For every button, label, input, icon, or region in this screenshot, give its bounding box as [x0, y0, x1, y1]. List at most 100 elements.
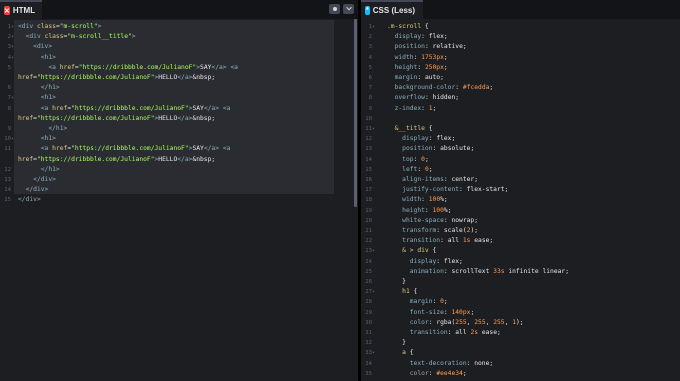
line-number: 2	[368, 34, 372, 41]
css-tab-label: CSS (Less)	[372, 6, 415, 15]
code-line[interactable]: 27 ▾ h1 {	[361, 287, 680, 297]
code-line[interactable]: 13 </div>	[0, 175, 358, 185]
html-code-editor[interactable]: 1 ▾ <div class="m-scroll"> 2 ▾ <div class="m…	[0, 19, 358, 381]
code-line[interactable]: 10	[361, 114, 680, 124]
code-line[interactable]: 16 align-items: center;	[361, 175, 680, 185]
code-line[interactable]: 9 </h1>	[0, 124, 358, 134]
code-text: top: 0;	[402, 155, 429, 163]
code-line[interactable]: 35 color: #ee4e34;	[361, 369, 680, 379]
code-text: </h1>	[48, 125, 68, 132]
code-line[interactable]: 23 ▾ & > div {	[361, 246, 680, 256]
code-line[interactable]: 15 </div>	[0, 195, 358, 205]
code-line[interactable]: 19 height: 100%;	[361, 206, 680, 216]
code-line[interactable]: 5 height: 250px;	[361, 63, 680, 73]
code-line[interactable]: 4 width: 1753px;	[361, 53, 680, 63]
code-line[interactable]: 18 width: 100%;	[361, 195, 680, 205]
fold-arrow-icon[interactable]: ▾	[11, 22, 14, 32]
code-line[interactable]: 12 </h1>	[0, 165, 358, 175]
code-text: animation: scrollText 33s infinite linea…	[409, 267, 569, 275]
line-number: 31	[365, 330, 372, 336]
code-line[interactable]: 34 text-decoration: none;	[361, 359, 680, 369]
code-line[interactable]: href="https://dribbble.com/JulianoF">HEL…	[0, 114, 358, 124]
code-line[interactable]: 31 transition: all 2s ease;	[361, 328, 680, 338]
chevron-down-icon	[345, 4, 352, 11]
html-pane-actions	[329, 4, 354, 14]
fold-arrow-icon[interactable]: ▾	[372, 246, 375, 256]
fold-arrow-icon[interactable]: ▾	[11, 134, 14, 144]
fold-arrow-icon[interactable]: ▾	[372, 124, 375, 134]
code-line[interactable]: 20 white-space: nowrap;	[361, 216, 680, 226]
html-tab-label: HTML	[12, 6, 36, 15]
line-number: 26	[365, 279, 372, 285]
gear-icon	[332, 7, 337, 11]
collapse-button[interactable]	[343, 4, 354, 14]
scrollbar-thumb[interactable]	[354, 19, 357, 207]
code-line[interactable]: href="https://dribbble.com/JulianoF">HEL…	[0, 155, 358, 165]
css-tab-bar: * CSS (Less)	[361, 0, 680, 19]
fold-arrow-icon[interactable]: ▾	[11, 53, 14, 63]
line-number: 14	[4, 187, 11, 194]
settings-button[interactable]	[329, 4, 340, 14]
code-line[interactable]: 24 display: flex;	[361, 257, 680, 267]
code-line[interactable]: 1 ▾ <div class="m-scroll">	[0, 22, 358, 32]
code-text: <a href="https://dribbble.com/JulianoF">…	[40, 104, 231, 112]
code-line[interactable]: 15 left: 0;	[361, 165, 680, 175]
code-line[interactable]: 6 margin: auto;	[361, 73, 680, 83]
code-line[interactable]: 26 }	[361, 277, 680, 287]
css-code-editor[interactable]: 1 ▾ .m-scroll {2 display: flex; 3 position:…	[361, 19, 680, 381]
line-number: 17	[365, 187, 372, 194]
line-number: 15	[365, 166, 372, 173]
line-number: 7	[7, 95, 11, 102]
code-line[interactable]: 14 </div>	[0, 185, 358, 195]
html-editor-pane[interactable]: ✕ HTML 1 ▾ <div class="m-scroll"> 2 ▾ <div c…	[0, 0, 358, 381]
code-line[interactable]: 8 <a href="https://dribbble.com/JulianoF…	[0, 104, 358, 114]
line-number: 13	[4, 177, 11, 183]
code-text: <div>	[33, 43, 53, 51]
code-line[interactable]: 3 ▾ <div>	[0, 42, 358, 52]
code-line[interactable]: 33 ▾ a {	[361, 348, 680, 358]
code-line[interactable]: 6 </h1>	[0, 83, 358, 93]
code-line[interactable]: 28 margin: 0;	[361, 297, 680, 307]
code-text: height: 100%;	[402, 206, 452, 214]
code-line[interactable]: 14 top: 0;	[361, 155, 680, 165]
line-number: 11	[365, 126, 372, 132]
code-line[interactable]: 2 ▾ <div class="m-scroll__title">	[0, 32, 358, 42]
code-line[interactable]: 9 z-index: 1;	[361, 104, 680, 114]
code-line[interactable]: 13 position: absolute;	[361, 144, 680, 154]
code-line[interactable]: 2 display: flex;	[361, 32, 680, 42]
fold-arrow-icon[interactable]: ▾	[11, 93, 14, 103]
fold-arrow-icon[interactable]: ▾	[372, 348, 375, 358]
code-line[interactable]: 8 overflow: hidden;	[361, 93, 680, 103]
code-line[interactable]: 17 justify-content: flex-start;	[361, 185, 680, 195]
code-line[interactable]: 21 transform: scale(2);	[361, 226, 680, 236]
line-number: 35	[365, 370, 372, 377]
code-line[interactable]: 7 background-color: #fcedda;	[361, 83, 680, 93]
fold-arrow-icon[interactable]: ▾	[372, 287, 375, 297]
line-number: 25	[365, 268, 372, 275]
code-line[interactable]: 30 color: rgba(255, 255, 255, 1);	[361, 318, 680, 328]
html-tab[interactable]: ✕ HTML	[0, 0, 42, 19]
code-line[interactable]: 11 <a href="https://dribbble.com/Juliano…	[0, 144, 358, 154]
code-line[interactable]: 7 ▾ <h1>	[0, 93, 358, 103]
code-line[interactable]: 22 transition: all 1s ease;	[361, 236, 680, 246]
fold-arrow-icon[interactable]: ▾	[11, 42, 14, 52]
code-line[interactable]: 3 position: relative;	[361, 42, 680, 52]
code-text: </h1>	[40, 165, 60, 173]
fold-arrow-icon[interactable]: ▾	[372, 22, 375, 32]
code-line[interactable]: 4 ▾ <h1>	[0, 53, 358, 63]
code-line[interactable]: href="https://dribbble.com/JulianoF">HEL…	[0, 73, 358, 83]
line-number: 1	[368, 24, 372, 30]
code-line[interactable]: 25 animation: scrollText 33s infinite li…	[361, 267, 680, 277]
code-line[interactable]: 12 display: flex;	[361, 134, 680, 144]
code-line[interactable]: 32 }	[361, 338, 680, 348]
fold-arrow-icon[interactable]: ▾	[11, 32, 14, 42]
css-editor-pane[interactable]: * CSS (Less) 1 ▾ .m-scroll {2 display: fle…	[361, 0, 680, 381]
code-text: white-space: nowrap;	[402, 216, 479, 224]
code-line[interactable]: 10 ▾ <h1>	[0, 134, 358, 144]
code-line[interactable]: 5 <a href="https://dribbble.com/JulianoF…	[0, 63, 358, 73]
code-line[interactable]: 11 ▾ &__title {	[361, 124, 680, 134]
code-line[interactable]: 1 ▾ .m-scroll {	[361, 22, 680, 32]
code-line[interactable]: 29 font-size: 140px;	[361, 308, 680, 318]
html-icon: ✕	[4, 6, 10, 15]
css-tab[interactable]: * CSS (Less)	[361, 0, 423, 19]
